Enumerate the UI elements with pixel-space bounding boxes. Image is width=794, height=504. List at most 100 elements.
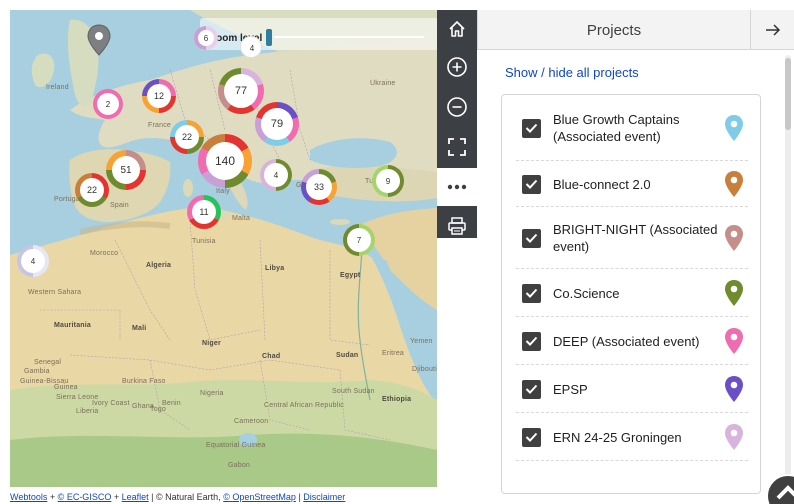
zoom-level-slider-handle[interactable] (266, 29, 272, 46)
project-checkbox[interactable] (522, 379, 541, 399)
geo-label-algeria: Algeria (146, 262, 172, 269)
project-marker-pin-icon (724, 170, 744, 198)
geo-label-ukraine: Ukraine (370, 80, 396, 87)
cluster-marker-c-2[interactable]: 2 (93, 89, 123, 119)
project-list-item[interactable]: Blue Growth Captains (Associated event) (516, 95, 748, 161)
cluster-marker-c-22-portugal[interactable]: 22 (75, 173, 109, 207)
geo-label-malta: Malta (232, 215, 251, 222)
project-marker-pin-icon (724, 327, 744, 355)
cluster-count: 4 (21, 249, 45, 273)
project-label: Blue Growth Captains (Associated event) (553, 112, 680, 144)
cluster-marker-c-140[interactable]: 140 (198, 134, 252, 188)
panel-scrollbar-thumb[interactable] (785, 58, 791, 130)
cluster-marker-c-33[interactable]: 33 (301, 169, 337, 205)
chevron-up-icon (776, 485, 794, 500)
project-list-item[interactable]: EPSP (516, 365, 748, 413)
scroll-to-top-button[interactable] (766, 474, 794, 504)
project-list-item[interactable]: ERN 24-25 Groningen (516, 413, 748, 461)
home-button[interactable] (437, 10, 477, 48)
cluster-count: 22 (80, 178, 104, 202)
cluster-count: 6 (198, 30, 214, 46)
disclaimer-link[interactable]: Disclaimer (303, 492, 345, 502)
geo-label-chad: Chad (262, 353, 281, 360)
geo-label-south-sudan: South Sudan (332, 388, 375, 395)
projects-panel-title: Projects (586, 22, 642, 39)
project-checkbox[interactable] (522, 427, 541, 447)
project-list-item[interactable]: Blue-connect 2.0 (516, 161, 748, 207)
cluster-marker-c-12[interactable]: 12 (142, 79, 176, 113)
attribution-plus: + (49, 492, 56, 502)
geo-label-equatorial-guinea: Equatorial Guinea (206, 442, 266, 449)
cluster-count: 4 (264, 163, 288, 187)
cluster-marker-c-7[interactable]: 7 (343, 224, 375, 256)
project-checkbox[interactable] (522, 283, 541, 303)
checkmark-icon (525, 233, 538, 243)
project-checkbox[interactable] (522, 228, 541, 248)
checkmark-icon (525, 336, 538, 346)
print-button[interactable] (437, 207, 477, 245)
geo-label-djibouti: Djibouti (412, 366, 437, 373)
project-list-item[interactable]: DEEP (Associated event) (516, 317, 748, 365)
project-label: Blue-connect 2.0 (553, 176, 651, 192)
cluster-marker-c-4-greece[interactable]: 4 (260, 159, 292, 191)
geo-label-western-sahara: Western Sahara (28, 289, 82, 296)
cluster-count: 77 (224, 74, 258, 108)
more-icon (447, 184, 467, 190)
cluster-marker-c-9[interactable]: 9 (372, 165, 404, 197)
checkmark-icon (525, 123, 538, 133)
natural-earth-credit: © Natural Earth, (156, 492, 221, 502)
geo-label-france: France (148, 122, 171, 129)
geo-label-senegal: Senegal (34, 359, 62, 366)
cluster-marker-c-4-top[interactable]: 4 (240, 36, 262, 58)
zoom-in-icon (447, 57, 467, 77)
map-view[interactable]: Ireland France Spain Portugal Italy Gree… (10, 10, 437, 487)
project-marker-pin-icon (724, 224, 744, 252)
cluster-count: 79 (261, 108, 293, 140)
zoom-in-button[interactable] (437, 48, 477, 86)
cluster-marker-c-51[interactable]: 51 (106, 150, 146, 190)
show-hide-all-projects-link[interactable]: Show / hide all projects (505, 65, 639, 80)
checkmark-icon (525, 384, 538, 394)
ec-gisco-label: EC-GISCO (66, 492, 112, 502)
webtools-link[interactable]: Webtools (10, 492, 47, 502)
project-list-item[interactable]: BRIGHT-NIGHT (Associated event) (516, 207, 748, 269)
attribution-separator: | (151, 492, 154, 502)
fullscreen-button[interactable] (437, 128, 477, 166)
cluster-marker-c-11[interactable]: 11 (187, 195, 221, 229)
openstreetmap-link[interactable]: © OpenStreetMap (223, 492, 296, 502)
geo-label-mali: Mali (132, 325, 147, 332)
checkmark-icon (525, 288, 538, 298)
ec-gisco-link[interactable]: © EC-GISCO (58, 492, 112, 502)
project-list: Blue Growth Captains (Associated event) B… (501, 94, 761, 494)
fullscreen-icon (448, 138, 466, 156)
map-location-pin-icon[interactable] (87, 24, 111, 56)
cluster-count: 9 (376, 169, 400, 193)
cluster-marker-c-77[interactable]: 77 (218, 68, 264, 114)
leaflet-link[interactable]: Leaflet (122, 492, 149, 502)
cluster-marker-c-6-top[interactable]: 6 (194, 26, 218, 50)
cluster-marker-c-79[interactable]: 79 (255, 102, 299, 146)
geo-label-benin: Benin (162, 400, 181, 407)
close-panel-button[interactable] (750, 10, 794, 50)
openstreetmap-label: OpenStreetMap (232, 492, 296, 502)
cluster-count: 12 (147, 84, 171, 108)
geo-label-niger: Niger (202, 340, 221, 347)
project-label: Co.Science (553, 285, 620, 301)
geo-label-cameroon: Cameroon (234, 418, 269, 425)
cluster-count: 11 (192, 200, 216, 224)
zoom-out-button[interactable] (437, 88, 477, 126)
cluster-marker-c-22-italy[interactable]: 22 (170, 120, 204, 154)
geo-label-mauritania: Mauritania (54, 322, 92, 329)
project-checkbox[interactable] (522, 118, 541, 138)
print-icon (448, 217, 466, 235)
project-checkbox[interactable] (522, 331, 541, 351)
geo-label-spain: Spain (110, 202, 129, 209)
cluster-marker-c-4-atlantic[interactable]: 4 (17, 245, 49, 277)
more-button[interactable] (437, 168, 477, 206)
project-list-item[interactable]: Co.Science (516, 269, 748, 317)
geo-label-ethiopia: Ethiopia (382, 396, 412, 403)
zoom-level-track[interactable] (274, 36, 424, 38)
project-checkbox[interactable] (522, 174, 541, 194)
zoom-out-icon (447, 97, 467, 117)
geo-label-morocco: Morocco (90, 250, 119, 257)
